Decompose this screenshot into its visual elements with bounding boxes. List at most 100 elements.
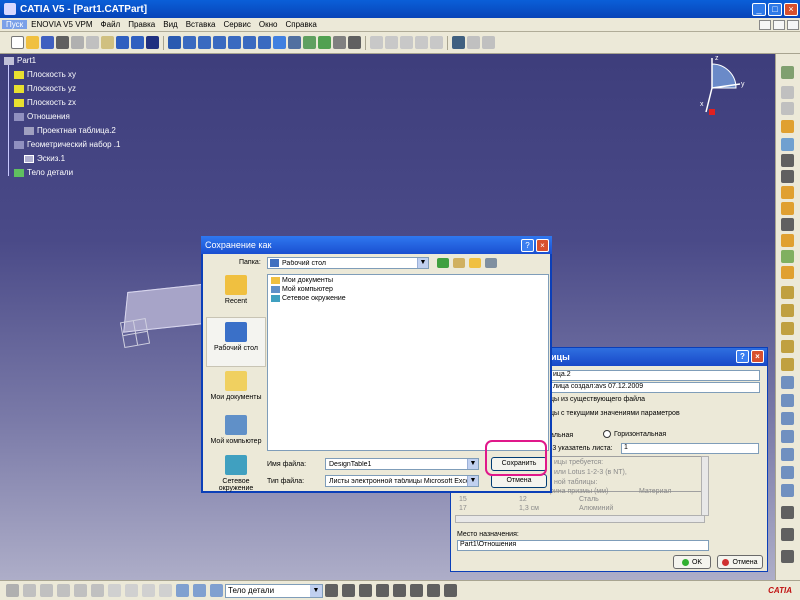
draft-analysis-icon[interactable] bbox=[359, 584, 372, 597]
mirror-icon[interactable] bbox=[781, 430, 794, 443]
menu-enovia[interactable]: ENOVIA V5 VPM bbox=[27, 20, 96, 29]
formula-icon[interactable] bbox=[6, 584, 19, 597]
remove-face-icon[interactable] bbox=[781, 394, 794, 407]
menu-view[interactable]: Вид bbox=[159, 20, 181, 29]
fit-all-icon[interactable] bbox=[183, 36, 196, 49]
axis-system-icon[interactable] bbox=[781, 86, 794, 99]
shaft-icon[interactable] bbox=[781, 154, 794, 167]
loft-icon[interactable] bbox=[781, 250, 794, 263]
stiffener-icon[interactable] bbox=[781, 234, 794, 247]
boolean-icon[interactable] bbox=[781, 484, 794, 497]
view-menu-icon[interactable] bbox=[485, 258, 497, 268]
knowledge-icon[interactable] bbox=[444, 584, 457, 597]
filename-field[interactable]: DesignTable1 ▼ bbox=[325, 458, 479, 470]
list-item[interactable]: Сетевое окружение bbox=[271, 295, 346, 302]
view-icon[interactable] bbox=[57, 584, 70, 597]
grid-icon[interactable] bbox=[467, 36, 480, 49]
instantiate-icon[interactable] bbox=[193, 584, 206, 597]
geometry-icon[interactable] bbox=[176, 584, 189, 597]
place-my-documents[interactable]: Мои документы bbox=[206, 367, 266, 417]
tree-node-sketch[interactable]: Эскиз.1 bbox=[24, 154, 65, 163]
scrollbar[interactable] bbox=[701, 456, 709, 516]
normal-view-icon[interactable] bbox=[258, 36, 271, 49]
menu-insert[interactable]: Вставка bbox=[182, 20, 220, 29]
current-body-dropdown[interactable]: Тело детали ▼ bbox=[225, 583, 323, 598]
sew-surface-icon[interactable] bbox=[781, 528, 794, 541]
update-icon[interactable] bbox=[415, 36, 428, 49]
analysis-icon[interactable] bbox=[159, 584, 172, 597]
copy-icon[interactable] bbox=[210, 584, 223, 597]
menu-start[interactable]: Пуск bbox=[2, 20, 28, 29]
whats-this-icon[interactable] bbox=[146, 36, 159, 49]
draft-icon[interactable] bbox=[781, 322, 794, 335]
name-field[interactable]: ица.2 bbox=[550, 370, 760, 381]
pattern-icon[interactable] bbox=[781, 448, 794, 461]
menu-file[interactable]: Файл bbox=[97, 20, 125, 29]
groove-icon[interactable] bbox=[781, 170, 794, 183]
place-network[interactable]: Сетевое окружение bbox=[206, 451, 266, 492]
workbench-icon[interactable] bbox=[452, 36, 465, 49]
tree-node-geo-set[interactable]: Геометрический набор .1 bbox=[14, 140, 120, 149]
pocket-icon[interactable] bbox=[781, 138, 794, 151]
scaling-icon[interactable] bbox=[781, 466, 794, 479]
file-list[interactable]: Мои документы Мой компьютер Сетевое окру… bbox=[267, 274, 549, 451]
folder-dropdown[interactable]: Рабочий стол ▼ bbox=[267, 257, 429, 269]
undo-icon[interactable] bbox=[116, 36, 129, 49]
catalog-icon[interactable] bbox=[427, 584, 440, 597]
tree-node-plane-yz[interactable]: Плоскость yz bbox=[14, 84, 76, 93]
rotate-icon[interactable] bbox=[213, 36, 226, 49]
orientation-horizontal[interactable]: Горизонтальная bbox=[603, 430, 666, 438]
cancel-button[interactable]: Отмена bbox=[717, 555, 763, 569]
hole-icon[interactable] bbox=[781, 186, 794, 199]
chamfer-icon[interactable] bbox=[781, 304, 794, 317]
materials-icon[interactable] bbox=[333, 36, 346, 49]
print-icon[interactable] bbox=[56, 36, 69, 49]
views-icon[interactable] bbox=[273, 36, 286, 49]
place-desktop[interactable]: Рабочий стол bbox=[206, 317, 266, 367]
up-folder-icon[interactable] bbox=[453, 258, 465, 268]
doc-restore-button[interactable] bbox=[773, 19, 785, 30]
fly-mode-icon[interactable] bbox=[168, 36, 181, 49]
ok-button[interactable]: OK bbox=[673, 555, 711, 569]
line-icon[interactable] bbox=[781, 550, 794, 563]
tree-node-relations[interactable]: Отношения bbox=[14, 112, 70, 121]
close-button[interactable]: × bbox=[751, 350, 764, 363]
horizontal-scrollbar[interactable] bbox=[455, 515, 705, 523]
new-folder-icon[interactable] bbox=[469, 258, 481, 268]
thread-icon[interactable] bbox=[781, 376, 794, 389]
rib-icon[interactable] bbox=[781, 202, 794, 215]
pad-icon[interactable] bbox=[781, 120, 794, 133]
list-item[interactable]: Мой компьютер bbox=[271, 286, 333, 293]
option-current-values[interactable]: цы с текущими значениями параметров bbox=[550, 410, 680, 417]
hide-show-icon[interactable] bbox=[303, 36, 316, 49]
tree-node-body[interactable]: Тело детали bbox=[14, 168, 73, 177]
translate-icon[interactable] bbox=[781, 412, 794, 425]
annotation-icon[interactable] bbox=[23, 584, 36, 597]
tree-node-part1[interactable]: Part1 bbox=[4, 56, 36, 65]
analysis-icon[interactable] bbox=[430, 36, 443, 49]
catalog-icon[interactable] bbox=[400, 36, 413, 49]
knowledge-icon[interactable] bbox=[385, 36, 398, 49]
close-button[interactable]: × bbox=[784, 2, 798, 16]
zoom-out-icon[interactable] bbox=[243, 36, 256, 49]
sheet-index-field[interactable]: 1 bbox=[621, 443, 759, 454]
menu-help[interactable]: Справка bbox=[281, 20, 320, 29]
check-icon[interactable] bbox=[74, 584, 87, 597]
cancel-button[interactable]: Отмена bbox=[491, 474, 547, 488]
shell-icon[interactable] bbox=[781, 340, 794, 353]
pan-icon[interactable] bbox=[198, 36, 211, 49]
threading-icon[interactable] bbox=[393, 584, 406, 597]
measure-icon[interactable] bbox=[348, 36, 361, 49]
orientation-vertical[interactable]: альная bbox=[550, 432, 573, 439]
menu-edit[interactable]: Правка bbox=[124, 20, 159, 29]
comment-field[interactable]: лица создал:avs 07.12.2009 bbox=[550, 382, 760, 393]
destination-field[interactable]: Part1\Отношения bbox=[457, 540, 709, 551]
apply-material-icon[interactable] bbox=[410, 584, 423, 597]
slot-icon[interactable] bbox=[781, 218, 794, 231]
tree-node-plane-zx[interactable]: Плоскость zx bbox=[14, 98, 76, 107]
sketcher-icon[interactable] bbox=[781, 66, 794, 79]
save-icon[interactable] bbox=[41, 36, 54, 49]
3d-text-icon[interactable] bbox=[40, 584, 53, 597]
help-button[interactable]: ? bbox=[736, 350, 749, 363]
tree-node-design-table[interactable]: Проектная таблица.2 bbox=[24, 126, 116, 135]
